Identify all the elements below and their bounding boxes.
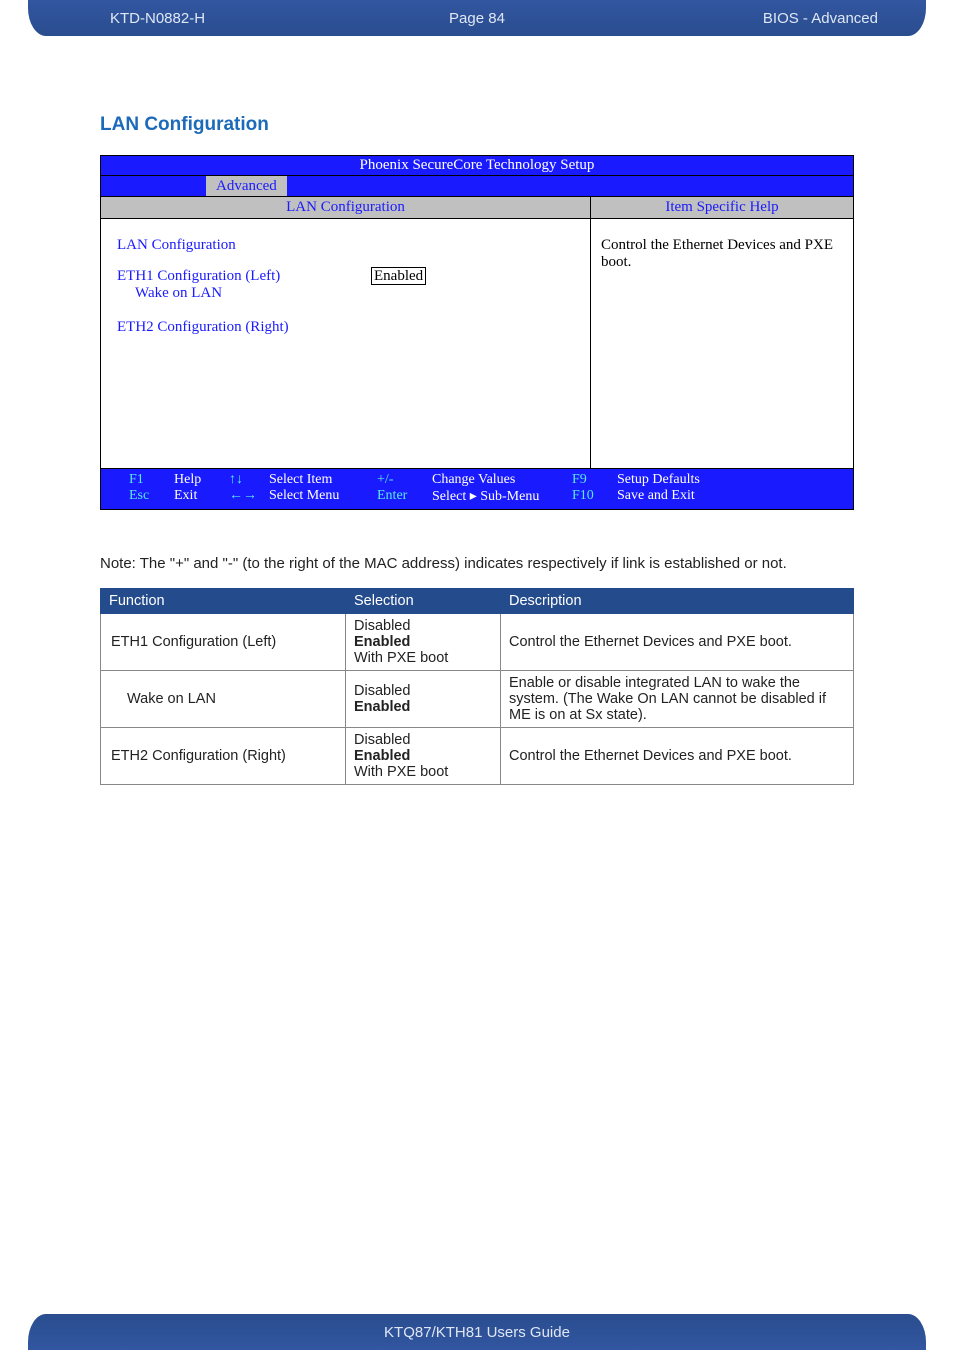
- page-header: KTD-N0882-H Page 84 BIOS - Advanced: [28, 0, 926, 36]
- bios-item-label[interactable]: ETH2 Configuration (Right): [117, 319, 367, 336]
- selection-option: Enabled: [354, 699, 492, 715]
- header-section: BIOS - Advanced: [763, 10, 878, 27]
- bios-action-change-values: Change Values: [432, 472, 572, 488]
- function-table: FunctionSelectionDescription ETH1 Config…: [100, 588, 854, 785]
- section-title: LAN Configuration: [100, 114, 269, 136]
- bios-item-value[interactable]: [Enabled]: [367, 285, 426, 302]
- function-cell: Wake on LAN: [101, 671, 346, 728]
- bios-item-value[interactable]: [With PXE boot]: [367, 319, 469, 336]
- function-cell: ETH2 Configuration (Right): [101, 728, 346, 785]
- bios-item-label[interactable]: MAC Address & Link status :: [117, 336, 367, 353]
- bios-key-f1: F1: [129, 472, 174, 488]
- bios-tab-bar: Advanced: [101, 176, 853, 196]
- description-cell: Control the Ethernet Devices and PXE boo…: [501, 728, 854, 785]
- bios-help-pane: Control the Ethernet Devices and PXE boo…: [591, 219, 853, 468]
- selection-option: Disabled: [354, 683, 492, 699]
- table-row: ETH2 Configuration (Right)DisabledEnable…: [101, 728, 854, 785]
- bios-key-f10: F10: [572, 488, 617, 505]
- bios-item-value[interactable]: [00E0F42C4E01 -]: [367, 302, 482, 319]
- bios-item-label[interactable]: Wake on LAN: [117, 285, 367, 302]
- selection-option: With PXE boot: [354, 764, 492, 780]
- selection-option: Disabled: [354, 618, 492, 634]
- bios-setup-screenshot: Phoenix SecureCore Technology Setup Adva…: [100, 155, 854, 510]
- bios-left-heading: LAN Configuration: [117, 237, 367, 254]
- selection-option: Enabled: [354, 634, 492, 650]
- bios-arrows-updown-icon: ↑↓: [229, 472, 269, 488]
- bios-key-enter: Enter: [377, 488, 432, 505]
- bios-col-head-right: Item Specific Help: [591, 197, 853, 218]
- bios-action-save-exit: Save and Exit: [617, 488, 695, 505]
- bios-key-esc: Esc: [129, 488, 174, 505]
- bios-help-text: Control the Ethernet Devices and PXE boo…: [601, 237, 833, 270]
- bios-key-f1-label: Help: [174, 472, 229, 488]
- bios-key-esc-label: Exit: [174, 488, 229, 505]
- bios-left-pane: LAN Configuration ETH1 Configuration (Le…: [101, 219, 591, 468]
- table-header: Description: [501, 589, 854, 614]
- table-row: Wake on LANDisabledEnabledEnable or disa…: [101, 671, 854, 728]
- page-number: Page 84: [449, 10, 505, 27]
- bios-col-head-left: LAN Configuration: [101, 197, 591, 218]
- note-text: Note: The "+" and "-" (to the right of t…: [100, 555, 854, 572]
- selection-cell: DisabledEnabledWith PXE boot: [346, 614, 501, 671]
- bios-action-select-menu: Select Menu: [269, 488, 377, 505]
- selection-cell: DisabledEnabled: [346, 671, 501, 728]
- bios-item-label[interactable]: ETH1 Configuration (Left): [117, 268, 367, 285]
- table-header: Function: [101, 589, 346, 614]
- selection-option: With PXE boot: [354, 650, 492, 666]
- table-header: Selection: [346, 589, 501, 614]
- bios-footer: F1 Help ↑↓ Select Item +/- Change Values…: [101, 468, 853, 509]
- bios-key-plusminus: +/-: [377, 472, 432, 488]
- bios-item-value[interactable]: [Enabled]: [367, 268, 430, 285]
- bios-action-submenu: Select ▸ Sub-Menu: [432, 488, 572, 505]
- bios-item-label[interactable]: MAC Address & Link status :: [117, 302, 367, 319]
- bios-arrows-leftright-icon: ←→: [229, 488, 269, 505]
- bios-action-select-item: Select Item: [269, 472, 377, 488]
- selection-cell: DisabledEnabledWith PXE boot: [346, 728, 501, 785]
- page-footer: KTQ87/KTH81 Users Guide: [28, 1314, 926, 1350]
- doc-id: KTD-N0882-H: [110, 10, 205, 27]
- description-cell: Enable or disable integrated LAN to wake…: [501, 671, 854, 728]
- bios-key-f9: F9: [572, 472, 617, 488]
- description-cell: Control the Ethernet Devices and PXE boo…: [501, 614, 854, 671]
- selection-option: Disabled: [354, 732, 492, 748]
- table-row: ETH1 Configuration (Left)DisabledEnabled…: [101, 614, 854, 671]
- footer-title: KTQ87/KTH81 Users Guide: [384, 1324, 570, 1341]
- bios-action-setup-defaults: Setup Defaults: [617, 472, 700, 488]
- bios-tab-advanced: Advanced: [206, 176, 287, 196]
- bios-item-value[interactable]: [00E0F42C4E02 -]: [367, 336, 482, 353]
- selection-option: Enabled: [354, 748, 492, 764]
- function-cell: ETH1 Configuration (Left): [101, 614, 346, 671]
- bios-title: Phoenix SecureCore Technology Setup: [101, 156, 853, 176]
